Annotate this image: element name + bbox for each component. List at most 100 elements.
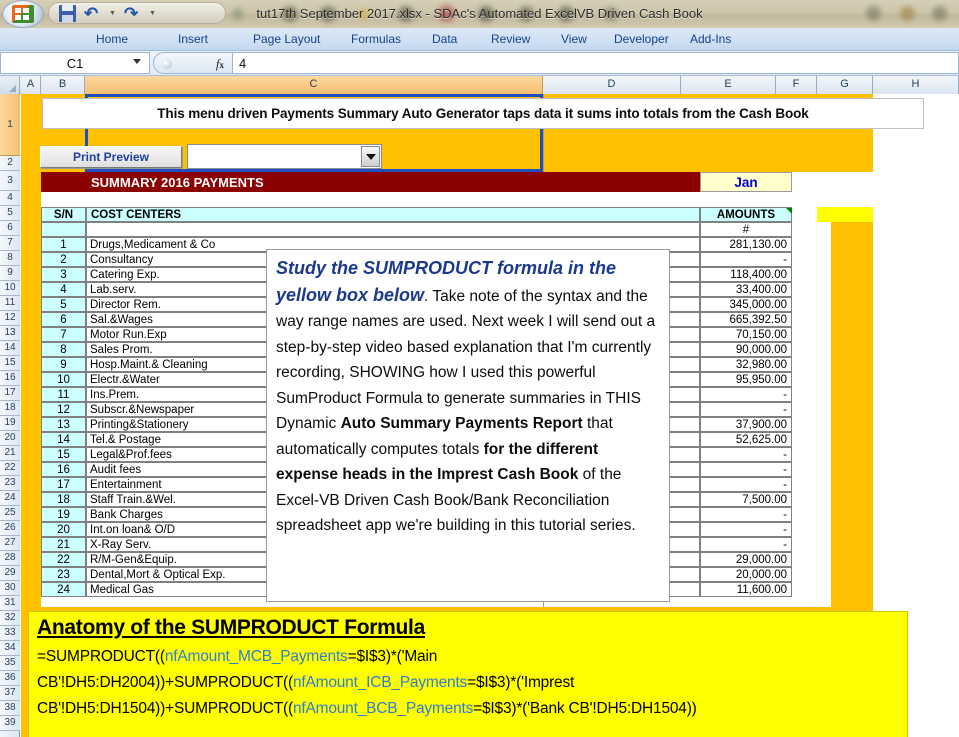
row-header-28[interactable]: 28 <box>0 551 20 566</box>
row-header-13[interactable]: 13 <box>0 326 20 341</box>
tab-view[interactable]: View <box>561 28 587 51</box>
row-header-3[interactable]: 3 <box>0 171 20 191</box>
table-row-amount[interactable]: - <box>700 462 792 477</box>
column-header-c[interactable]: C <box>85 76 543 94</box>
column-header-e[interactable]: E <box>681 76 776 94</box>
row-header-9[interactable]: 9 <box>0 266 20 281</box>
row-header-11[interactable]: 11 <box>0 296 20 311</box>
row-header-33[interactable]: 33 <box>0 626 20 641</box>
row-header-25[interactable]: 25 <box>0 506 20 521</box>
table-row-amount[interactable]: 665,392.50 <box>700 312 792 327</box>
column-header-h[interactable]: H <box>873 76 959 94</box>
table-row-amount[interactable]: - <box>700 387 792 402</box>
row-header-39[interactable]: 39 <box>0 716 20 731</box>
table-row-sn[interactable]: 19 <box>41 507 86 522</box>
table-row-sn[interactable]: 9 <box>41 357 86 372</box>
table-row-sn[interactable]: 15 <box>41 447 86 462</box>
table-row-sn[interactable]: 17 <box>41 477 86 492</box>
row-header-21[interactable]: 21 <box>0 446 20 461</box>
row-header-37[interactable]: 37 <box>0 686 20 701</box>
table-row-amount[interactable]: 345,000.00 <box>700 297 792 312</box>
table-row-sn[interactable]: 5 <box>41 297 86 312</box>
row-header-27[interactable]: 27 <box>0 536 20 551</box>
table-row-amount[interactable]: 33,400.00 <box>700 282 792 297</box>
table-row-amount[interactable]: 70,150.00 <box>700 327 792 342</box>
row-header-31[interactable]: 31 <box>0 596 20 611</box>
table-row-amount[interactable]: 7,500.00 <box>700 492 792 507</box>
name-box[interactable]: C1 <box>0 52 150 74</box>
table-row-amount[interactable]: 29,000.00 <box>700 552 792 567</box>
column-header-f[interactable]: F <box>776 76 817 94</box>
row-header-2[interactable]: 2 <box>0 156 20 171</box>
table-row-amount[interactable]: 90,000.00 <box>700 342 792 357</box>
tab-add-ins[interactable]: Add-Ins <box>690 28 731 51</box>
tab-data[interactable]: Data <box>432 28 457 51</box>
table-row-sn[interactable]: 24 <box>41 582 86 597</box>
table-row-sn[interactable]: 7 <box>41 327 86 342</box>
row-header-26[interactable]: 26 <box>0 521 20 536</box>
table-row-sn[interactable]: 13 <box>41 417 86 432</box>
row-header-10[interactable]: 10 <box>0 281 20 296</box>
row-header-29[interactable]: 29 <box>0 566 20 581</box>
formula-input[interactable]: 4 <box>233 52 959 74</box>
tab-home[interactable]: Home <box>96 28 128 51</box>
table-row-sn[interactable]: 23 <box>41 567 86 582</box>
row-header-7[interactable]: 7 <box>0 236 20 251</box>
table-row-sn[interactable]: 10 <box>41 372 86 387</box>
table-row-sn[interactable]: 3 <box>41 267 86 282</box>
row-header-30[interactable]: 30 <box>0 581 20 596</box>
row-header-14[interactable]: 14 <box>0 341 20 356</box>
row-header-4[interactable]: 4 <box>0 191 20 206</box>
row-header-32[interactable]: 32 <box>0 611 20 626</box>
insert-function-icon[interactable]: fx <box>216 56 224 72</box>
row-header-16[interactable]: 16 <box>0 371 20 386</box>
row-header-20[interactable]: 20 <box>0 431 20 446</box>
table-row-sn[interactable]: 1 <box>41 237 86 252</box>
table-row-amount[interactable]: 37,900.00 <box>700 417 792 432</box>
table-row-sn[interactable]: 12 <box>41 402 86 417</box>
table-row-sn[interactable]: 22 <box>41 552 86 567</box>
row-header-15[interactable]: 15 <box>0 356 20 371</box>
row-header-24[interactable]: 24 <box>0 491 20 506</box>
month-dropdown[interactable] <box>187 144 382 169</box>
month-cell[interactable]: Jan <box>700 172 792 192</box>
table-row-amount[interactable]: - <box>700 402 792 417</box>
dropdown-arrow-button[interactable] <box>361 146 380 167</box>
table-row-amount[interactable]: 281,130.00 <box>700 237 792 252</box>
row-header-1[interactable]: 1 <box>0 94 20 156</box>
row-header-34[interactable]: 34 <box>0 641 20 656</box>
tab-page-layout[interactable]: Page Layout <box>253 28 320 51</box>
row-header-35[interactable]: 35 <box>0 656 20 671</box>
row-header-17[interactable]: 17 <box>0 386 20 401</box>
table-row-amount[interactable]: 52,625.00 <box>700 432 792 447</box>
print-preview-button[interactable]: Print Preview <box>40 146 182 168</box>
table-row-amount[interactable]: - <box>700 252 792 267</box>
column-header-d[interactable]: D <box>543 76 681 94</box>
row-header-5[interactable]: 5 <box>0 206 20 221</box>
table-row-amount[interactable]: 20,000.00 <box>700 567 792 582</box>
table-row-amount[interactable]: - <box>700 522 792 537</box>
table-row-sn[interactable]: 11 <box>41 387 86 402</box>
table-row-sn[interactable]: 2 <box>41 252 86 267</box>
row-header-6[interactable]: 6 <box>0 221 20 236</box>
row-header-22[interactable]: 22 <box>0 461 20 476</box>
table-row-sn[interactable]: 6 <box>41 312 86 327</box>
tab-review[interactable]: Review <box>491 28 530 51</box>
table-row-sn[interactable]: 18 <box>41 492 86 507</box>
row-header-12[interactable]: 12 <box>0 311 20 326</box>
table-row-sn[interactable]: 8 <box>41 342 86 357</box>
table-row-sn[interactable]: 14 <box>41 432 86 447</box>
table-row-amount[interactable]: - <box>700 537 792 552</box>
row-header-19[interactable]: 19 <box>0 416 20 431</box>
column-header-g[interactable]: G <box>817 76 873 94</box>
column-header-b[interactable]: B <box>41 76 85 94</box>
table-row-sn[interactable]: 21 <box>41 537 86 552</box>
table-row-sn[interactable]: 20 <box>41 522 86 537</box>
tab-developer[interactable]: Developer <box>614 28 669 51</box>
table-row-amount[interactable]: 32,980.00 <box>700 357 792 372</box>
row-header-23[interactable]: 23 <box>0 476 20 491</box>
table-row-amount[interactable]: - <box>700 507 792 522</box>
name-box-dropdown-icon[interactable] <box>133 59 141 64</box>
table-row-sn[interactable]: 4 <box>41 282 86 297</box>
row-header-36[interactable]: 36 <box>0 671 20 686</box>
